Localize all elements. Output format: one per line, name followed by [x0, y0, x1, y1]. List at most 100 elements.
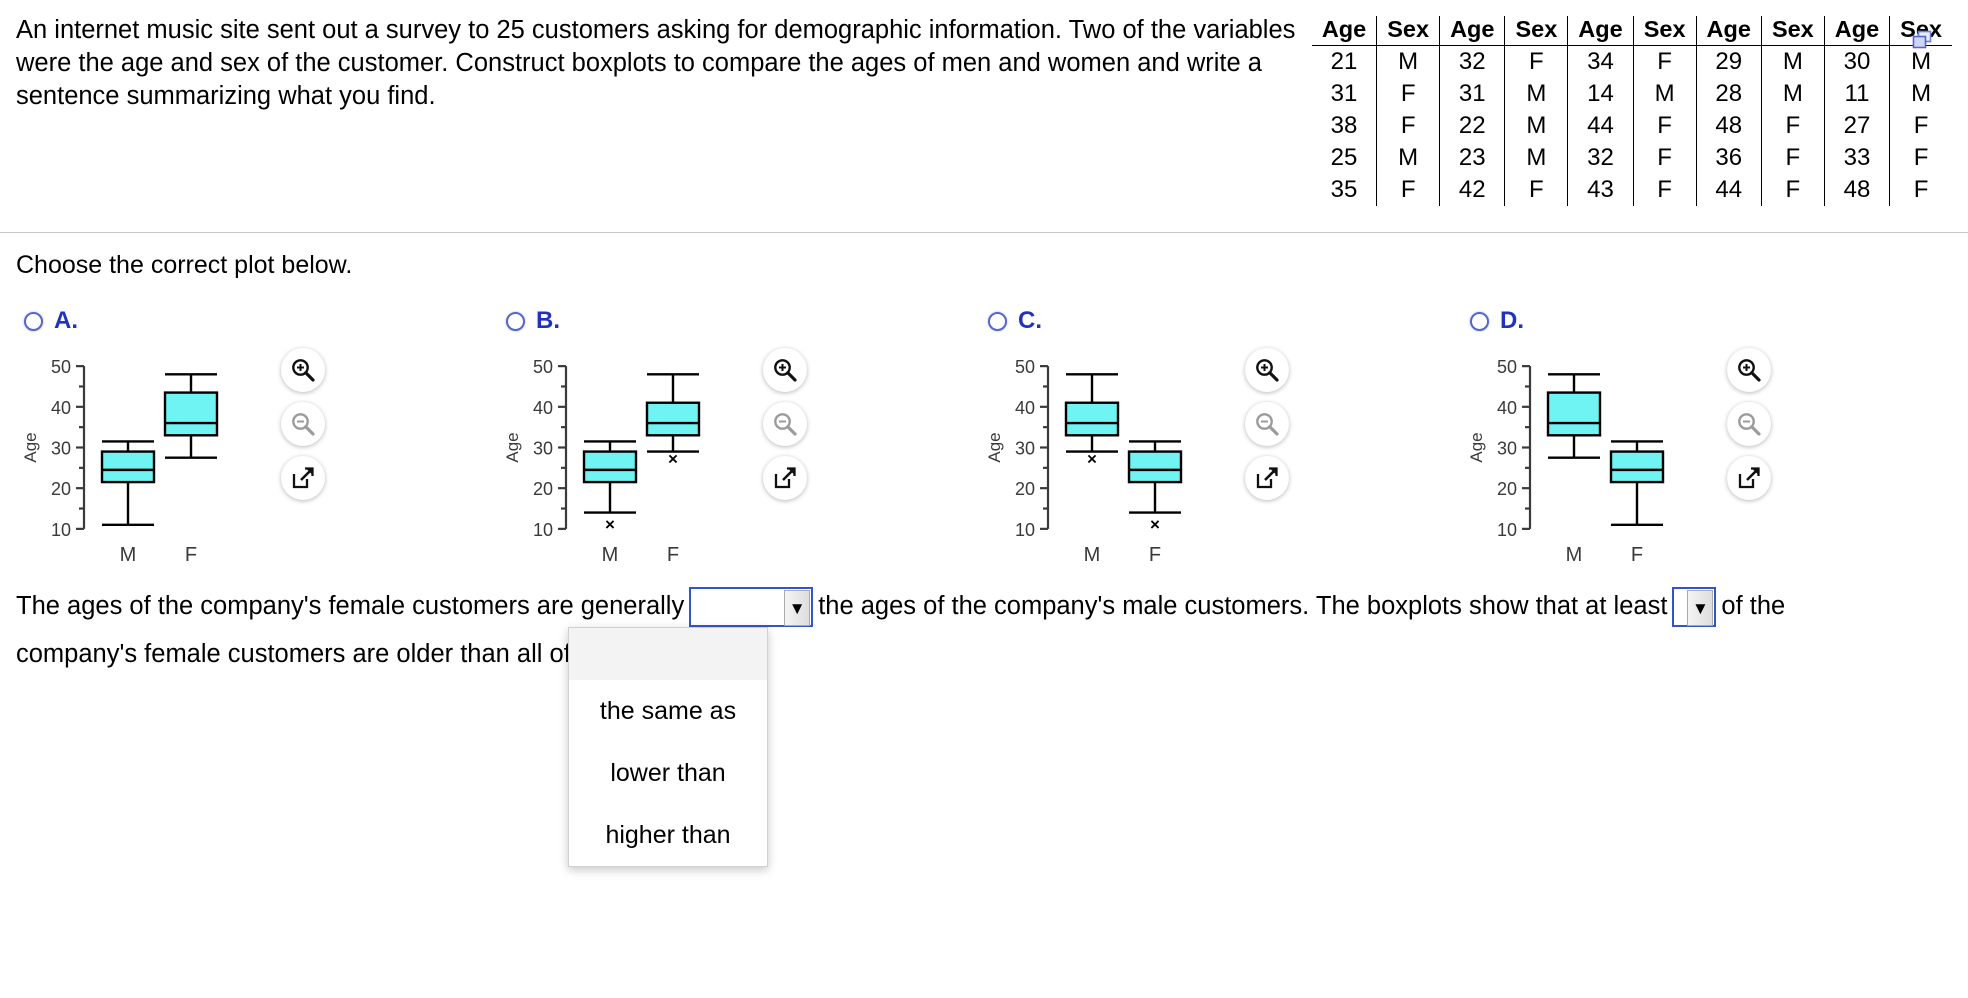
age-cell: 31 — [1439, 78, 1506, 110]
sex-cell: F — [1633, 110, 1697, 142]
zoom-in-icon[interactable] — [281, 348, 325, 392]
answer-choices-group: A. 10 20 30 40 50 Age M F B. 10 20 30 40 50 Age × M × F C. 10… — [0, 306, 1968, 566]
svg-text:50: 50 — [533, 357, 553, 377]
age-cell: 30 — [1824, 45, 1891, 78]
plot-tools-B — [763, 348, 809, 510]
boxplot-D: 10 20 30 40 50 Age M F — [1467, 357, 1665, 566]
plot-area-C: 10 20 30 40 50 Age × M × F — [980, 348, 1460, 573]
choice-label-B: B. — [536, 307, 560, 334]
answer-line-1: The ages of the company's female custome… — [16, 582, 1952, 630]
column-header-sex-2: Sex — [1504, 16, 1569, 46]
zoom-in-icon[interactable] — [1727, 348, 1771, 392]
age-cell: 29 — [1696, 45, 1762, 78]
zoom-out-icon[interactable] — [763, 402, 807, 446]
answer-sentence-section: The ages of the company's female custome… — [0, 582, 1968, 867]
sex-cell: F — [1913, 176, 1929, 203]
choice-header-D[interactable]: D. — [1462, 306, 1944, 336]
svg-text:10: 10 — [533, 520, 553, 540]
age-cell: 11 — [1824, 78, 1891, 110]
age-cell: 48 — [1696, 110, 1762, 142]
popout-icon[interactable] — [763, 456, 807, 500]
copy-icon[interactable] — [1912, 30, 1934, 50]
radio-button-B[interactable] — [506, 311, 525, 331]
svg-text:Age: Age — [503, 432, 522, 462]
choice-option-D[interactable]: D. 10 20 30 40 50 Age M F — [1462, 306, 1944, 566]
dropdown-option-3[interactable]: higher than — [569, 804, 767, 866]
svg-text:50: 50 — [1497, 357, 1517, 377]
choice-header-A[interactable]: A. — [16, 306, 498, 336]
dropdown-option-1[interactable]: the same as — [569, 680, 767, 742]
table-row: 25 M 23 M 32 F 36 F 33 F — [1311, 142, 1952, 174]
age-cell: 22 — [1439, 110, 1506, 142]
age-cell: 32 — [1439, 45, 1506, 78]
column-header-age-3: Age — [1567, 16, 1634, 46]
table-row: 21 M 32 F 34 F 29 M 30 M — [1311, 45, 1952, 78]
age-cell: 23 — [1439, 142, 1506, 174]
radio-button-C[interactable] — [988, 311, 1007, 331]
sex-cell: F — [1913, 112, 1929, 139]
choice-header-C[interactable]: C. — [980, 306, 1462, 336]
table-header-row: Age Sex Age Sex Age Sex Age Sex Age Sex — [1311, 16, 1952, 46]
svg-text:10: 10 — [1015, 520, 1035, 540]
table-row: 35 F 42 F 43 F 44 F 48 F — [1311, 174, 1952, 206]
popout-icon[interactable] — [1245, 456, 1289, 500]
sex-cell: F — [1504, 45, 1569, 78]
sex-cell: M — [1761, 45, 1825, 78]
radio-button-D[interactable] — [1470, 311, 1489, 331]
svg-text:M: M — [1084, 544, 1101, 566]
column-header-sex-4: Sex — [1761, 16, 1825, 46]
zoom-out-icon[interactable] — [1245, 402, 1289, 446]
answer-text-part-3: of the — [1721, 592, 1786, 620]
sex-cell: M — [1761, 78, 1825, 110]
popout-icon[interactable] — [281, 456, 325, 500]
zoom-out-icon[interactable] — [1727, 402, 1771, 446]
svg-text:40: 40 — [533, 398, 553, 418]
dropdown-option-2[interactable]: lower than — [569, 742, 767, 804]
sex-cell: F — [1376, 174, 1441, 206]
zoom-in-icon[interactable] — [763, 348, 807, 392]
zoom-out-icon[interactable] — [281, 402, 325, 446]
column-header-sex-3: Sex — [1633, 16, 1697, 46]
question-prompt-text: An internet music site sent out a survey… — [16, 16, 1296, 110]
boxplot-C: 10 20 30 40 50 Age × M × F — [985, 357, 1183, 566]
radio-button-A[interactable] — [24, 311, 43, 331]
choice-label-A: A. — [54, 307, 78, 334]
chevron-down-icon-2[interactable]: ▼ — [1687, 590, 1714, 627]
plot-tools-D — [1727, 348, 1773, 510]
svg-text:M: M — [1566, 544, 1583, 566]
sex-cell: F — [1761, 142, 1825, 174]
dropdown-options-menu[interactable]: the same as lower than higher than — [568, 627, 768, 867]
age-cell: 25 — [1311, 142, 1378, 174]
choice-header-B[interactable]: B. — [498, 306, 980, 336]
column-header-age-1: Age — [1311, 16, 1378, 46]
column-header-age-2: Age — [1439, 16, 1506, 46]
plot-area-D: 10 20 30 40 50 Age M F — [1462, 348, 1942, 573]
sex-cell: F — [1633, 45, 1697, 78]
popout-icon[interactable] — [1727, 456, 1771, 500]
sex-cell: F — [1633, 174, 1697, 206]
age-cell: 28 — [1696, 78, 1762, 110]
quantity-dropdown[interactable]: ▼ — [1672, 587, 1717, 628]
age-cell: 32 — [1567, 142, 1634, 174]
svg-text:20: 20 — [51, 479, 71, 499]
column-header-age-4: Age — [1696, 16, 1762, 46]
sex-cell: M — [1633, 78, 1697, 110]
choice-option-C[interactable]: C. 10 20 30 40 50 Age × M × F — [980, 306, 1462, 566]
answer-line-2: company's female customers are older tha… — [16, 640, 696, 668]
plot-area-B: 10 20 30 40 50 Age × M × F — [498, 348, 978, 573]
sex-cell: M — [1504, 110, 1569, 142]
sex-cell: M — [1911, 80, 1932, 107]
choice-option-B[interactable]: B. 10 20 30 40 50 Age × M × F — [498, 306, 980, 566]
age-cell: 31 — [1311, 78, 1378, 110]
chevron-down-icon[interactable]: ▼ — [784, 590, 811, 627]
choice-option-A[interactable]: A. 10 20 30 40 50 Age M F — [16, 306, 498, 566]
age-cell: 33 — [1824, 142, 1891, 174]
comparison-dropdown[interactable]: ▼ — [689, 587, 814, 628]
dropdown-option-blank[interactable] — [569, 628, 767, 680]
svg-text:×: × — [605, 515, 615, 534]
age-cell: 44 — [1696, 174, 1762, 206]
table-row: 38 F 22 M 44 F 48 F 27 F — [1311, 110, 1952, 142]
svg-text:20: 20 — [1015, 479, 1035, 499]
zoom-in-icon[interactable] — [1245, 348, 1289, 392]
svg-text:30: 30 — [1497, 439, 1517, 459]
